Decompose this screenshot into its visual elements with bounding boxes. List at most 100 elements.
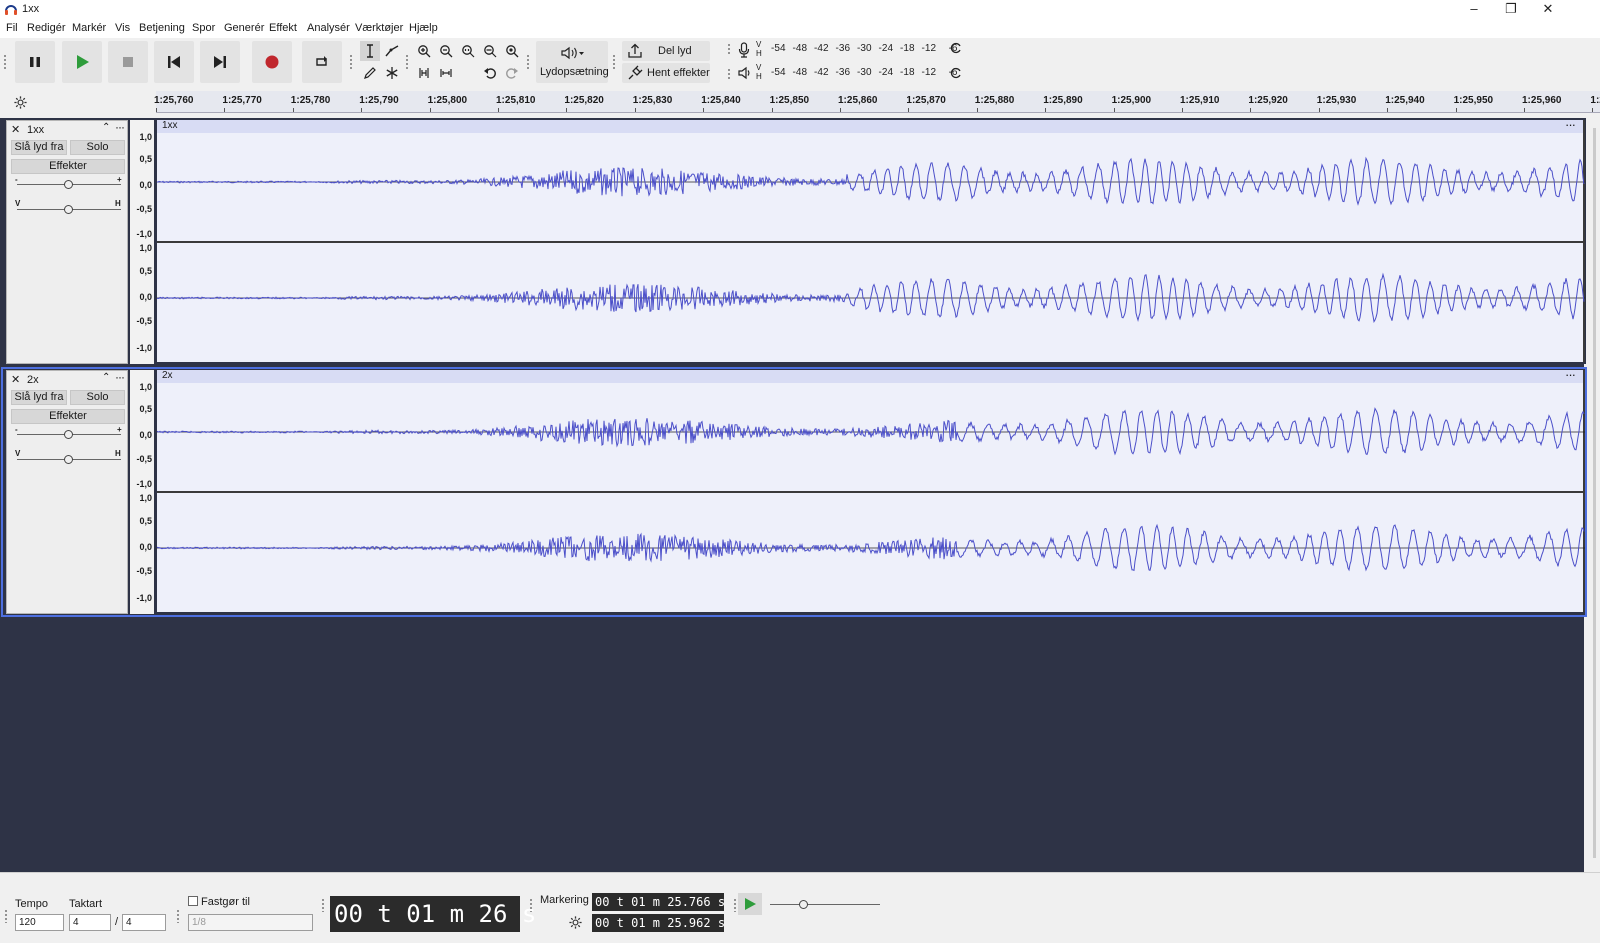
trim-outside-button[interactable]: [414, 63, 434, 83]
record-meter-reset-icon[interactable]: [950, 42, 962, 54]
mute-button[interactable]: Slå lyd fra: [11, 140, 67, 155]
clip-header[interactable]: 1xx ···: [157, 117, 1583, 133]
menu-transport[interactable]: Betjening: [139, 22, 185, 34]
track-menu-icon[interactable]: ···: [115, 370, 125, 384]
record-meter-scale[interactable]: -54 -48 -42 -36 -30 -24 -18 -12 -6: [764, 43, 957, 54]
fit-selection-button[interactable]: [458, 41, 478, 61]
mute-button[interactable]: Slå lyd fra: [11, 390, 67, 405]
snap-grip[interactable]: [176, 909, 180, 923]
zoom-toggle-button[interactable]: [502, 41, 522, 61]
clip-name[interactable]: 1xx: [162, 120, 178, 131]
collapse-track-icon[interactable]: ⌃: [102, 372, 110, 383]
menu-help[interactable]: Hjælp: [409, 22, 438, 34]
playback-speed-slider[interactable]: [770, 904, 880, 905]
record-meter-grip[interactable]: [727, 43, 731, 55]
collapse-track-icon[interactable]: ⌃: [102, 122, 110, 133]
pause-button[interactable]: [15, 41, 55, 83]
gain-slider-knob[interactable]: [64, 180, 73, 189]
toolbar-grip[interactable]: [3, 54, 7, 70]
track-2x[interactable]: ✕ 2x ⌃ ··· Slå lyd fra Solo Effekter - +…: [1, 367, 1587, 617]
close-window-button[interactable]: ✕: [1529, 0, 1567, 20]
share-grip[interactable]: [612, 54, 616, 70]
menu-edit[interactable]: Redigér: [27, 22, 66, 34]
maximize-button[interactable]: ❐: [1492, 0, 1530, 20]
play-meter-scale[interactable]: -54 -48 -42 -36 -30 -24 -18 -12 -6: [764, 67, 957, 78]
pan-slider-knob[interactable]: [64, 205, 73, 214]
fit-project-button[interactable]: [480, 41, 500, 61]
scrollbar-thumb[interactable]: [1593, 128, 1596, 858]
vertical-scrollbar[interactable]: [1590, 118, 1600, 872]
time-signature-grip[interactable]: [4, 909, 8, 923]
play-button[interactable]: [62, 41, 102, 83]
time-signature-denominator[interactable]: 4: [122, 914, 166, 931]
solo-button[interactable]: Solo: [70, 140, 125, 155]
clip-menu-icon[interactable]: ···: [1565, 367, 1576, 382]
record-button[interactable]: [252, 41, 292, 83]
solo-button[interactable]: Solo: [70, 390, 125, 405]
clip-menu-icon[interactable]: ···: [1565, 117, 1576, 132]
selection-tool[interactable]: [360, 41, 380, 61]
timeline-ruler[interactable]: 1:25,760 1:25,770 1:25,780 1:25,790 1:25,800…: [154, 91, 1600, 113]
clip-name[interactable]: 2x: [162, 370, 173, 381]
skip-to-end-button[interactable]: [200, 41, 240, 83]
selection-end-time[interactable]: 00 t 01 m 25.962 s: [592, 914, 725, 932]
audio-clip[interactable]: 1xx ···: [157, 117, 1585, 362]
envelope-tool[interactable]: [382, 41, 402, 61]
track-vertical-scale[interactable]: 1,0 0,5 0,0 -0,5 -1,0 1,0 0,5 0,0 -0,5 -…: [130, 370, 154, 614]
selection-start-time[interactable]: 00 t 01 m 25.766 s: [592, 893, 725, 911]
minimize-button[interactable]: –: [1455, 0, 1493, 20]
play-meter-grip[interactable]: [727, 68, 731, 80]
speaker-icon[interactable]: [738, 66, 752, 80]
effects-button[interactable]: Effekter: [11, 159, 125, 174]
undo-button[interactable]: [480, 63, 500, 83]
silence-button[interactable]: [436, 63, 456, 83]
playback-speed-knob[interactable]: [799, 900, 808, 909]
menu-generate[interactable]: Generér: [224, 22, 264, 34]
play-at-speed-grip[interactable]: [733, 898, 737, 912]
track-name[interactable]: 2x: [27, 374, 39, 386]
pan-slider-knob[interactable]: [64, 455, 73, 464]
loop-button[interactable]: [302, 41, 342, 83]
menu-view[interactable]: Vis: [115, 22, 130, 34]
microphone-icon[interactable]: [738, 42, 750, 58]
edit-grip[interactable]: [405, 54, 409, 70]
tempo-input[interactable]: 120: [15, 914, 64, 931]
audio-setup-grip[interactable]: [526, 54, 530, 70]
stop-button[interactable]: [108, 41, 148, 83]
selection-grip[interactable]: [529, 898, 533, 912]
menu-analyze[interactable]: Analysér: [307, 22, 350, 34]
track-menu-icon[interactable]: ···: [115, 120, 125, 134]
track-1xx[interactable]: ✕ 1xx ⌃ ··· Slå lyd fra Solo Effekter - …: [2, 117, 1586, 364]
get-effects-button[interactable]: Hent effekter: [622, 63, 710, 83]
clip-header[interactable]: 2x ···: [157, 367, 1583, 383]
track-vertical-scale[interactable]: 1,0 0,5 0,0 -0,5 -1,0 1,0 0,5 0,0 -0,5 -…: [130, 120, 154, 364]
menu-tracks[interactable]: Spor: [192, 22, 215, 34]
zoom-out-button[interactable]: [436, 41, 456, 61]
play-at-speed-button[interactable]: [738, 893, 762, 915]
share-audio-button[interactable]: Del lyd: [622, 41, 710, 61]
close-track-icon[interactable]: ✕: [11, 373, 20, 386]
draw-tool[interactable]: [360, 63, 380, 83]
gain-slider-knob[interactable]: [64, 430, 73, 439]
multi-tool[interactable]: [382, 63, 402, 83]
audio-setup-button[interactable]: Lydopsætning: [536, 41, 609, 83]
menu-file[interactable]: Fil: [6, 22, 18, 34]
snap-checkbox[interactable]: [188, 896, 198, 906]
waveform[interactable]: [157, 383, 1585, 612]
close-track-icon[interactable]: ✕: [11, 123, 20, 136]
time-grip[interactable]: [321, 898, 325, 912]
audio-clip[interactable]: 2x ···: [157, 367, 1585, 612]
effects-button[interactable]: Effekter: [11, 409, 125, 424]
waveform[interactable]: [157, 133, 1585, 362]
track-name[interactable]: 1xx: [27, 124, 44, 136]
menu-tools[interactable]: Værktøjer: [355, 22, 403, 34]
tools-grip[interactable]: [349, 54, 353, 70]
selection-settings-gear-icon[interactable]: [568, 915, 583, 930]
timeline-settings-gear-icon[interactable]: [13, 95, 28, 110]
skip-to-start-button[interactable]: [154, 41, 194, 83]
redo-button[interactable]: [502, 63, 522, 83]
snap-select[interactable]: 1/8: [188, 914, 313, 931]
time-display[interactable]: 00 t 01 m 26 s: [330, 896, 536, 932]
zoom-in-button[interactable]: [414, 41, 434, 61]
menu-select[interactable]: Markér: [72, 22, 106, 34]
